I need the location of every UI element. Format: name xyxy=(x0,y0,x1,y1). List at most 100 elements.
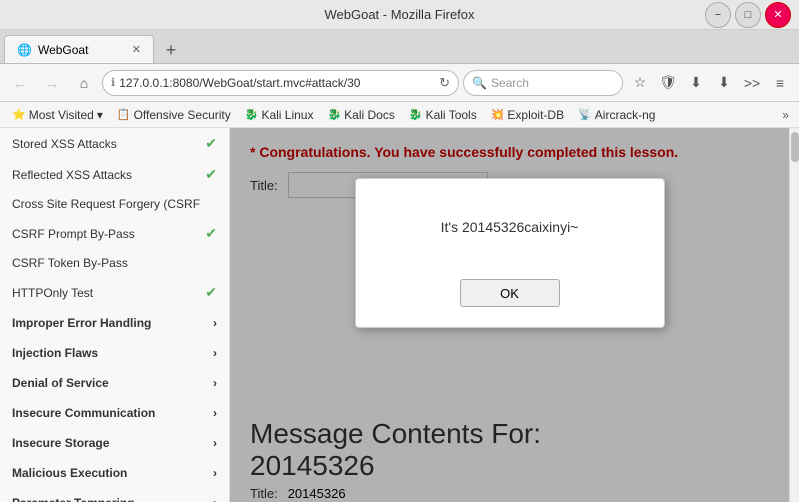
bookmark-kali-linux-label: Kali Linux xyxy=(261,108,313,122)
close-button[interactable]: ✕ xyxy=(765,2,791,28)
malicious-exec-label: Malicious Execution xyxy=(12,466,127,480)
new-tab-button[interactable]: + xyxy=(158,37,184,63)
csrf-prompt-label: CSRF Prompt By-Pass xyxy=(12,227,135,241)
sidebar-section-injection-flaws[interactable]: Injection Flaws › xyxy=(0,338,229,368)
csrf-label: Cross Site Request Forgery (CSRF xyxy=(12,197,200,211)
bookmark-kali-tools-label: Kali Tools xyxy=(426,108,477,122)
tab-close-button[interactable]: ✕ xyxy=(132,43,141,56)
window-controls: − □ ✕ xyxy=(705,2,791,28)
search-bar[interactable]: 🔍 Search xyxy=(463,70,623,96)
search-icon: 🔍 xyxy=(472,76,487,90)
insecure-storage-label: Insecure Storage xyxy=(12,436,109,450)
modal-message: It's 20145326caixinyi~ xyxy=(376,199,644,255)
most-visited-icon: ⭐ xyxy=(12,108,26,121)
sidebar: Stored XSS Attacks ✔ Reflected XSS Attac… xyxy=(0,128,230,502)
denial-of-service-label: Denial of Service xyxy=(12,376,109,390)
injection-flaws-label: Injection Flaws xyxy=(12,346,98,360)
active-tab[interactable]: 🌐 WebGoat ✕ xyxy=(4,35,154,63)
improper-error-arrow-icon: › xyxy=(213,316,217,330)
sidebar-section-malicious-exec[interactable]: Malicious Execution › xyxy=(0,458,229,488)
param-tampering-label: Parameter Tampering xyxy=(12,496,135,502)
scrollbar[interactable] xyxy=(789,128,799,502)
improper-error-label: Improper Error Handling xyxy=(12,316,151,330)
bookmark-aircrack-ng-label: Aircrack-ng xyxy=(595,108,656,122)
bookmark-kali-docs[interactable]: 🐉 Kali Docs xyxy=(321,106,400,124)
bookmark-aircrack-ng[interactable]: 📡 Aircrack-ng xyxy=(572,106,661,124)
bookmark-kali-linux[interactable]: 🐉 Kali Linux xyxy=(239,106,320,124)
sidebar-item-csrf[interactable]: Cross Site Request Forgery (CSRF xyxy=(0,190,229,218)
insecure-storage-arrow-icon: › xyxy=(213,436,217,450)
address-bar[interactable]: ℹ 127.0.0.1:8080/WebGoat/start.mvc#attac… xyxy=(102,70,459,96)
aircrack-ng-icon: 📡 xyxy=(578,108,592,121)
extras-button[interactable]: >> xyxy=(739,70,765,96)
sidebar-item-stored-xss[interactable]: Stored XSS Attacks ✔ xyxy=(0,128,229,159)
bookmark-most-visited[interactable]: ⭐ Most Visited ▾ xyxy=(6,106,109,124)
reload-button[interactable]: ↻ xyxy=(439,75,450,91)
param-tampering-arrow-icon: › xyxy=(213,496,217,502)
malicious-exec-arrow-icon: › xyxy=(213,466,217,480)
kali-linux-icon: 🐉 xyxy=(245,108,259,121)
httponly-label: HTTPOnly Test xyxy=(12,286,93,300)
kali-tools-icon: 🐉 xyxy=(409,108,423,121)
nav-extras: ☆ 🛡 ⬇ ⬇ >> ≡ xyxy=(627,70,793,96)
tab-label: WebGoat xyxy=(38,43,88,57)
title-bar: WebGoat - Mozilla Firefox − □ ✕ xyxy=(0,0,799,30)
bookmarks-bar: ⭐ Most Visited ▾ 📋 Offensive Security 🐉 … xyxy=(0,102,799,128)
sidebar-section-insecure-storage[interactable]: Insecure Storage › xyxy=(0,428,229,458)
sidebar-item-reflected-xss[interactable]: Reflected XSS Attacks ✔ xyxy=(0,159,229,190)
download-button[interactable]: ⬇ xyxy=(711,70,737,96)
bookmarks-more-button[interactable]: » xyxy=(778,106,793,124)
kali-docs-icon: 🐉 xyxy=(327,108,341,121)
window-title: WebGoat - Mozilla Firefox xyxy=(324,7,474,22)
reflected-xss-check-icon: ✔ xyxy=(205,166,217,183)
stored-xss-label: Stored XSS Attacks xyxy=(12,137,117,151)
bookmark-exploit-db-label: Exploit-DB xyxy=(507,108,564,122)
main-area: Stored XSS Attacks ✔ Reflected XSS Attac… xyxy=(0,128,799,502)
stored-xss-check-icon: ✔ xyxy=(205,135,217,152)
sidebar-item-csrf-prompt[interactable]: CSRF Prompt By-Pass ✔ xyxy=(0,218,229,249)
sidebar-section-param-tampering[interactable]: Parameter Tampering › xyxy=(0,488,229,502)
star-button[interactable]: ☆ xyxy=(627,70,653,96)
search-placeholder: Search xyxy=(491,76,529,90)
shield-button[interactable]: 🛡 xyxy=(655,70,681,96)
modal-ok-button[interactable]: OK xyxy=(460,279,560,307)
exploit-db-icon: 💥 xyxy=(491,108,505,121)
forward-button[interactable]: → xyxy=(38,69,66,97)
modal-footer: OK xyxy=(376,279,644,307)
home-button[interactable]: ⌂ xyxy=(70,69,98,97)
maximize-button[interactable]: □ xyxy=(735,2,761,28)
content-area: * Congratulations. You have successfully… xyxy=(230,128,789,502)
lock-icon: ℹ xyxy=(111,76,115,89)
insecure-comm-label: Insecure Communication xyxy=(12,406,155,420)
address-text: 127.0.0.1:8080/WebGoat/start.mvc#attack/… xyxy=(119,76,435,90)
reflected-xss-label: Reflected XSS Attacks xyxy=(12,168,132,182)
bookmark-exploit-db[interactable]: 💥 Exploit-DB xyxy=(485,106,570,124)
insecure-comm-arrow-icon: › xyxy=(213,406,217,420)
sidebar-section-denial-of-service[interactable]: Denial of Service › xyxy=(0,368,229,398)
nav-bar: ← → ⌂ ℹ 127.0.0.1:8080/WebGoat/start.mvc… xyxy=(0,64,799,102)
csrf-token-label: CSRF Token By-Pass xyxy=(12,256,128,270)
scroll-thumb[interactable] xyxy=(791,132,799,162)
bookmark-kali-tools[interactable]: 🐉 Kali Tools xyxy=(403,106,483,124)
injection-flaws-arrow-icon: › xyxy=(213,346,217,360)
tab-favicon: 🌐 xyxy=(17,43,32,57)
minimize-button[interactable]: − xyxy=(705,2,731,28)
bookmark-kali-docs-label: Kali Docs xyxy=(344,108,395,122)
httponly-check-icon: ✔ xyxy=(205,284,217,301)
offensive-security-icon: 📋 xyxy=(117,108,131,121)
tab-bar: 🌐 WebGoat ✕ + xyxy=(0,30,799,64)
denial-of-service-arrow-icon: › xyxy=(213,376,217,390)
back-button[interactable]: ← xyxy=(6,69,34,97)
sidebar-item-httponly[interactable]: HTTPOnly Test ✔ xyxy=(0,277,229,308)
bookmark-offensive-security[interactable]: 📋 Offensive Security xyxy=(111,106,237,124)
sidebar-section-insecure-comm[interactable]: Insecure Communication › xyxy=(0,398,229,428)
sidebar-section-improper-error[interactable]: Improper Error Handling › xyxy=(0,308,229,338)
bookmark-most-visited-label: Most Visited xyxy=(29,108,94,122)
bookmark-offensive-security-label: Offensive Security xyxy=(134,108,231,122)
alert-modal: It's 20145326caixinyi~ OK xyxy=(355,178,665,328)
menu-button[interactable]: ≡ xyxy=(767,70,793,96)
csrf-prompt-check-icon: ✔ xyxy=(205,225,217,242)
sidebar-item-csrf-token[interactable]: CSRF Token By-Pass xyxy=(0,249,229,277)
pocket-button[interactable]: ⬇ xyxy=(683,70,709,96)
chevron-down-icon: ▾ xyxy=(97,108,103,122)
